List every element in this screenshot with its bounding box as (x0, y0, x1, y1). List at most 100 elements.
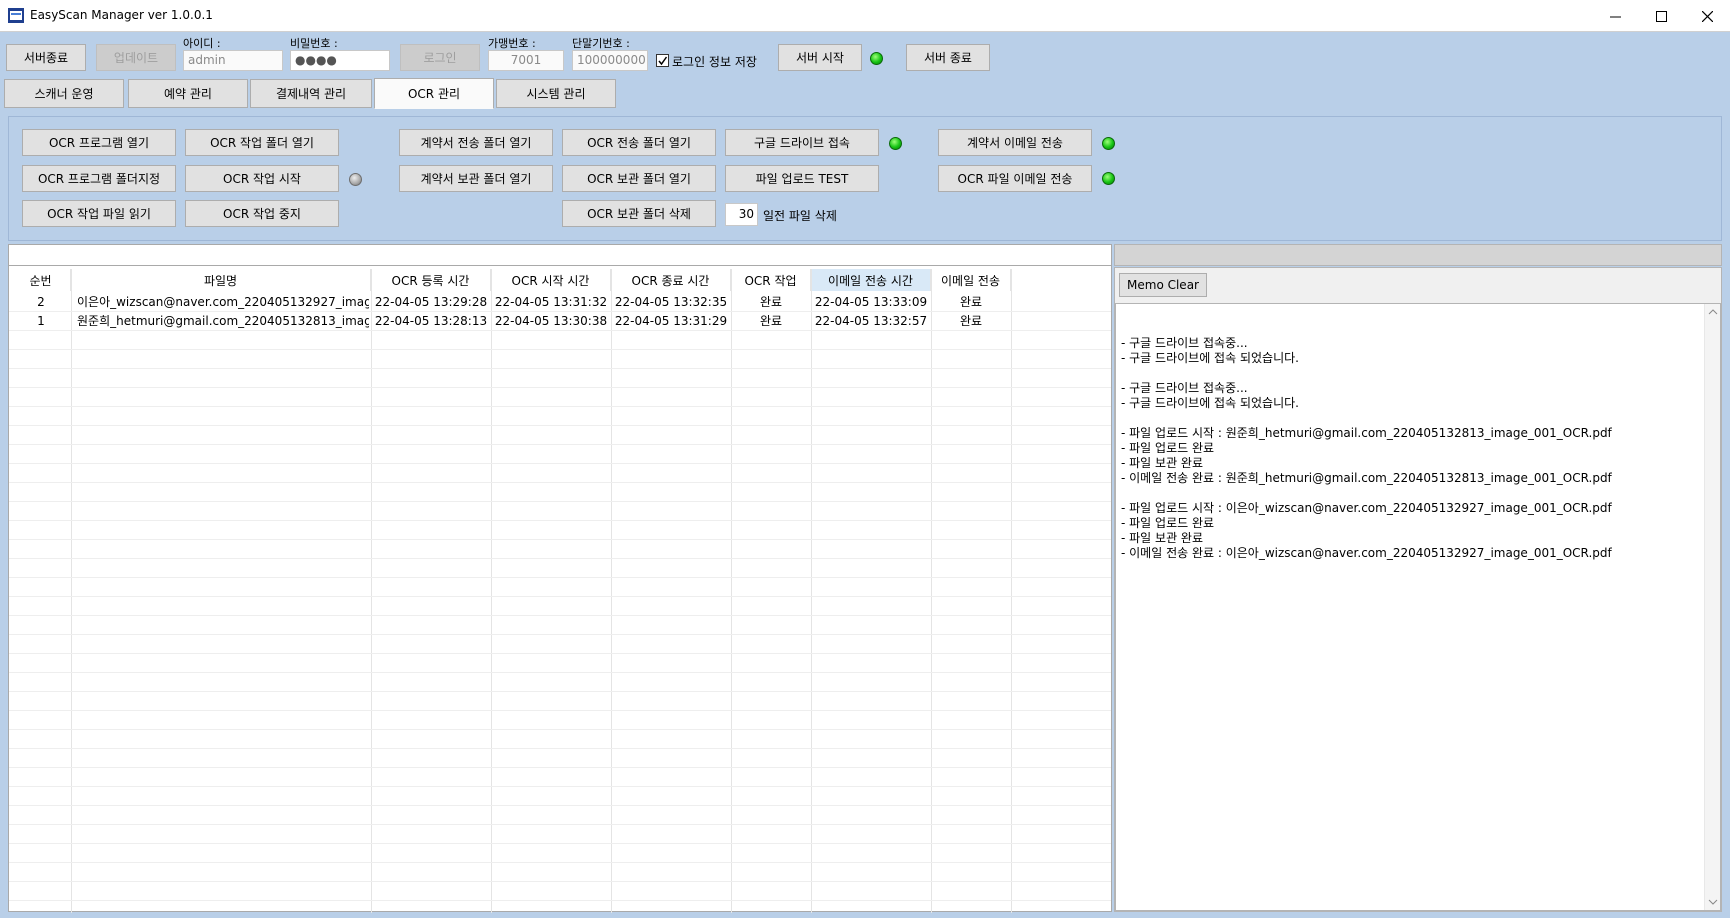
memo-top-bar (1114, 244, 1722, 266)
log-line: - 구글 드라이브 접속중... (1121, 336, 1248, 350)
memo-scrollbar[interactable] (1704, 304, 1720, 910)
column-divider (611, 269, 612, 913)
google-drive-status-indicator (889, 137, 902, 150)
tab-scanner[interactable]: 스캐너 운영 (4, 79, 124, 108)
ocr-job-grid[interactable]: 순번 파일명 OCR 등록 시간 OCR 시작 시간 OCR 종료 시간 OCR… (8, 244, 1112, 913)
scroll-down-icon (1708, 899, 1718, 905)
column-header-seq[interactable]: 순번 (11, 269, 71, 291)
server-quit-button[interactable]: 서버종료 (6, 44, 86, 71)
cell-ocr-start: 22-04-05 13:30:38 (494, 313, 608, 328)
cell-ocr-job: 완료 (759, 295, 783, 309)
terminal-no-input[interactable]: 1000000001 (572, 50, 648, 71)
column-divider (811, 269, 812, 913)
email-contract-status-indicator (1102, 137, 1115, 150)
log-line: - 파일 업로드 시작 : 원준희_hetmuri@gmail.com_2204… (1121, 426, 1612, 440)
row-divider (9, 577, 1111, 578)
cell-ocr-end: 22-04-05 13:31:29 (614, 313, 728, 328)
update-button[interactable]: 업데이트 (96, 44, 176, 71)
row-divider (9, 520, 1111, 521)
login-button[interactable]: 로그인 (400, 44, 480, 71)
memo-clear-button[interactable]: Memo Clear (1119, 273, 1207, 297)
row-divider (9, 444, 1111, 445)
row-divider (9, 767, 1111, 768)
column-header-ocr-end[interactable]: OCR 종료 시간 (611, 269, 731, 291)
row-divider (9, 425, 1111, 426)
email-ocr-file-button[interactable]: OCR 파일 이메일 전송 (938, 165, 1092, 192)
close-icon (1701, 10, 1713, 22)
row-divider (9, 843, 1111, 844)
store-no-label: 가맹번호 : (488, 37, 536, 50)
log-line: - 구글 드라이브에 접속 되었습니다. (1121, 396, 1299, 410)
log-lines: - 구글 드라이브 접속중... - 구글 드라이브에 접속 되었습니다. - 구… (1121, 336, 1715, 561)
row-divider (9, 387, 1111, 388)
row-divider (9, 539, 1111, 540)
row-divider (9, 368, 1111, 369)
open-ocr-program-button[interactable]: OCR 프로그램 열기 (22, 129, 176, 156)
minimize-icon (1609, 16, 1621, 17)
log-line: - 구글 드라이브에 접속 되었습니다. (1121, 351, 1299, 365)
row-divider (9, 691, 1111, 692)
row-divider (9, 805, 1111, 806)
column-header-ocr-registered[interactable]: OCR 등록 시간 (371, 269, 491, 291)
days-suffix-label: 일전 파일 삭제 (763, 209, 837, 223)
column-divider (731, 269, 732, 913)
column-divider (931, 269, 932, 913)
open-ocr-work-folder-button[interactable]: OCR 작업 폴더 열기 (185, 129, 339, 156)
column-divider (371, 269, 372, 913)
tab-system[interactable]: 시스템 관리 (496, 79, 616, 108)
tab-reservation[interactable]: 예약 관리 (128, 79, 248, 108)
store-no-input[interactable]: 7001 (488, 50, 564, 71)
minimize-button[interactable] (1592, 0, 1638, 32)
cell-seq: 2 (37, 294, 45, 309)
password-input[interactable]: ●●●● (290, 50, 390, 71)
log-memo[interactable]: - 구글 드라이브 접속중... - 구글 드라이브에 접속 되었습니다. - 구… (1115, 303, 1721, 911)
row-divider (9, 482, 1111, 483)
row-divider (9, 558, 1111, 559)
column-header-filename[interactable]: 파일명 (71, 269, 371, 291)
open-ocr-send-folder-button[interactable]: OCR 전송 폴더 열기 (562, 129, 716, 156)
row-divider (9, 634, 1111, 635)
scroll-up-icon (1708, 309, 1718, 315)
delete-ocr-archive-folder-button[interactable]: OCR 보관 폴더 삭제 (562, 200, 716, 227)
cell-ocr-job: 완료 (759, 314, 783, 328)
cell-filename: 이은아_wizscan@naver.com_220405132927_imag.… (77, 295, 369, 309)
server-start-button[interactable]: 서버 시작 (778, 44, 862, 71)
stop-ocr-job-button[interactable]: OCR 작업 중지 (185, 200, 339, 227)
password-label: 비밀번호 : (290, 37, 338, 50)
connect-google-drive-button[interactable]: 구글 드라이브 접속 (725, 129, 879, 156)
row-divider (9, 501, 1111, 502)
tab-payment[interactable]: 결제내역 관리 (250, 79, 372, 108)
column-divider (1011, 269, 1012, 913)
file-upload-test-button[interactable]: 파일 업로드 TEST (725, 165, 879, 192)
email-ocr-status-indicator (1102, 172, 1115, 185)
save-login-label: 로그인 정보 저장 (672, 55, 757, 69)
column-header-email-time[interactable]: 이메일 전송 시간 (811, 269, 931, 291)
row-divider (9, 824, 1111, 825)
open-ocr-archive-folder-button[interactable]: OCR 보관 폴더 열기 (562, 165, 716, 192)
close-button[interactable] (1684, 0, 1730, 32)
tab-ocr[interactable]: OCR 관리 (374, 78, 494, 109)
row-divider (9, 900, 1111, 901)
open-contract-archive-folder-button[interactable]: 계약서 보관 폴더 열기 (399, 165, 553, 192)
row-divider (9, 615, 1111, 616)
save-login-checkbox[interactable] (656, 54, 669, 67)
read-ocr-job-file-button[interactable]: OCR 작업 파일 읽기 (22, 200, 176, 227)
row-divider (9, 710, 1111, 711)
start-ocr-job-button[interactable]: OCR 작업 시작 (185, 165, 339, 192)
column-header-ocr-start[interactable]: OCR 시작 시간 (491, 269, 611, 291)
set-ocr-program-folder-button[interactable]: OCR 프로그램 폴더지정 (22, 165, 176, 192)
column-header-ocr-job[interactable]: OCR 작업 (731, 269, 811, 291)
open-contract-send-folder-button[interactable]: 계약서 전송 폴더 열기 (399, 129, 553, 156)
column-header-email-sent[interactable]: 이메일 전송 (931, 269, 1011, 291)
email-contract-button[interactable]: 계약서 이메일 전송 (938, 129, 1092, 156)
cell-ocr-registered: 22-04-05 13:28:13 (374, 313, 488, 328)
log-line: - 구글 드라이브 접속중... (1121, 381, 1248, 395)
log-line: - 이메일 전송 완료 : 원준희_hetmuri@gmail.com_2204… (1121, 471, 1612, 485)
column-divider (71, 269, 72, 913)
server-stop-button[interactable]: 서버 종료 (906, 44, 990, 71)
maximize-button[interactable] (1638, 0, 1684, 32)
id-input[interactable]: admin (183, 50, 283, 71)
days-input[interactable]: 30 (725, 203, 758, 226)
cell-email-time: 22-04-05 13:33:09 (814, 294, 928, 309)
row-divider (9, 672, 1111, 673)
